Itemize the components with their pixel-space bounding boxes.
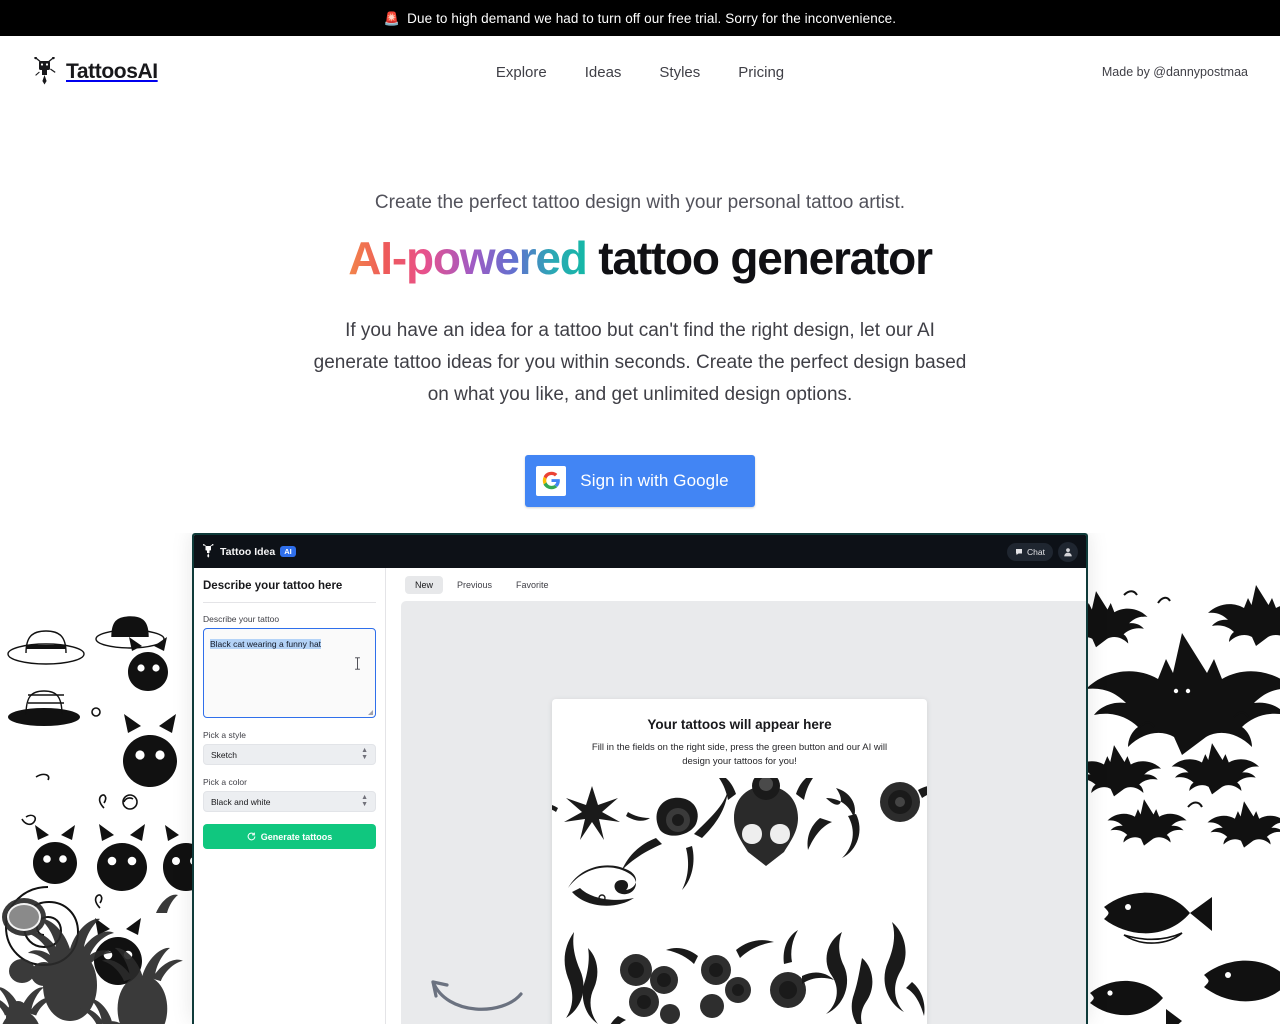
hero-title-rest: tattoo generator bbox=[586, 232, 933, 284]
tattoo-machine-icon bbox=[34, 57, 56, 85]
describe-textarea[interactable]: Black cat wearing a funny hat bbox=[203, 628, 376, 718]
result-canvas: Your tattoos will appear here Fill in th… bbox=[401, 601, 1086, 1024]
hero-description: If you have an idea for a tattoo but can… bbox=[313, 320, 967, 405]
tattoo-sample-grid bbox=[552, 771, 927, 1024]
app-body: Describe your tattoo here Describe your … bbox=[194, 568, 1086, 1024]
result-title: Your tattoos will appear here bbox=[647, 717, 832, 732]
brand-name: TattoosAI bbox=[66, 60, 158, 83]
style-select[interactable]: Sketch ▲ ▼ bbox=[203, 744, 376, 765]
describe-field-label: Describe your tattoo bbox=[203, 614, 280, 624]
app-title: Tattoo Idea bbox=[220, 545, 276, 558]
left-tattoo-art bbox=[0, 567, 196, 1024]
textarea-resize-grip[interactable] bbox=[368, 710, 373, 715]
nav-item-styles[interactable]: Styles bbox=[659, 64, 700, 81]
announcement-banner: 🚨 Due to high demand we had to turn off … bbox=[0, 0, 1280, 36]
sign-in-with-google-button[interactable]: Sign in with Google bbox=[525, 454, 755, 507]
siren-emoji: 🚨 bbox=[383, 10, 401, 26]
app-mockup-window: Tattoo Idea AI Chat Describe your tattoo… bbox=[192, 533, 1088, 1024]
hero-title-gradient: AI-powered bbox=[348, 232, 588, 284]
color-select[interactable]: Black and white ▲ ▼ bbox=[203, 791, 376, 812]
brand-logo-link[interactable]: TattoosAI bbox=[32, 57, 158, 87]
describe-panel: Describe your tattoo here Describe your … bbox=[194, 568, 386, 1024]
cta-container: Sign in with Google bbox=[0, 454, 1280, 507]
describe-panel-heading: Describe your tattoo here bbox=[203, 580, 376, 603]
result-placeholder-card: Your tattoos will appear here Fill in th… bbox=[552, 699, 927, 1024]
main-nav: Explore Ideas Styles Pricing bbox=[0, 64, 1280, 81]
avatar[interactable] bbox=[1058, 541, 1078, 562]
announcement-text: Due to high demand we had to turn off ou… bbox=[407, 10, 897, 26]
generate-tattoos-button[interactable]: Generate tattoos bbox=[203, 824, 376, 849]
tab-new[interactable]: New bbox=[405, 575, 444, 594]
generate-button-label: Generate tattoos bbox=[260, 831, 333, 842]
app-titlebar-actions: Chat bbox=[1007, 541, 1078, 562]
chat-button-label: Chat bbox=[1027, 546, 1045, 557]
ai-badge: AI bbox=[280, 545, 296, 558]
sign-in-button-label: Sign in with Google bbox=[580, 470, 729, 490]
style-select-value: Sketch bbox=[211, 749, 237, 760]
refresh-icon bbox=[247, 832, 256, 841]
tab-favorite[interactable]: Favorite bbox=[506, 576, 559, 594]
google-g-icon bbox=[536, 465, 567, 496]
chevron-updown-icon: ▲ ▼ bbox=[361, 794, 368, 808]
chevron-updown-icon: ▲ ▼ bbox=[361, 747, 368, 761]
hero-section: Create the perfect tattoo design with yo… bbox=[0, 108, 1280, 557]
page-title: AI-powered tattoo generator bbox=[0, 231, 1280, 285]
tab-previous[interactable]: Previous bbox=[447, 576, 502, 594]
style-field-label: Pick a style bbox=[203, 730, 246, 740]
nav-item-pricing[interactable]: Pricing bbox=[738, 64, 784, 81]
user-icon bbox=[1064, 547, 1072, 556]
nav-item-ideas[interactable]: Ideas bbox=[585, 64, 622, 81]
color-field-label: Pick a color bbox=[203, 777, 247, 787]
chat-bubble-icon bbox=[1016, 548, 1023, 555]
curved-arrow-icon bbox=[431, 980, 523, 1011]
chat-button[interactable]: Chat bbox=[1007, 542, 1053, 561]
site-header: TattoosAI Explore Ideas Styles Pricing M… bbox=[0, 36, 1280, 108]
color-select-value: Black and white bbox=[211, 796, 271, 807]
tattoo-machine-icon-small bbox=[203, 544, 214, 558]
result-tabs: New Previous Favorite bbox=[386, 568, 1086, 601]
app-main-panel: New Previous Favorite Your tattoos will … bbox=[386, 568, 1086, 1024]
made-by-credit[interactable]: Made by @dannypostmaa bbox=[1102, 65, 1248, 79]
text-cursor-icon bbox=[355, 657, 360, 670]
describe-textarea-value: Black cat wearing a funny hat bbox=[210, 639, 322, 649]
app-titlebar: Tattoo Idea AI Chat bbox=[194, 535, 1086, 568]
nav-item-explore[interactable]: Explore bbox=[496, 64, 547, 81]
hero-kicker: Create the perfect tattoo design with yo… bbox=[374, 192, 906, 213]
result-subtitle: Fill in the fields on the right side, pr… bbox=[591, 742, 888, 768]
right-tattoo-art bbox=[1084, 567, 1280, 1024]
showcase-section: Tattoo Idea AI Chat Describe your tattoo… bbox=[0, 533, 1280, 1024]
